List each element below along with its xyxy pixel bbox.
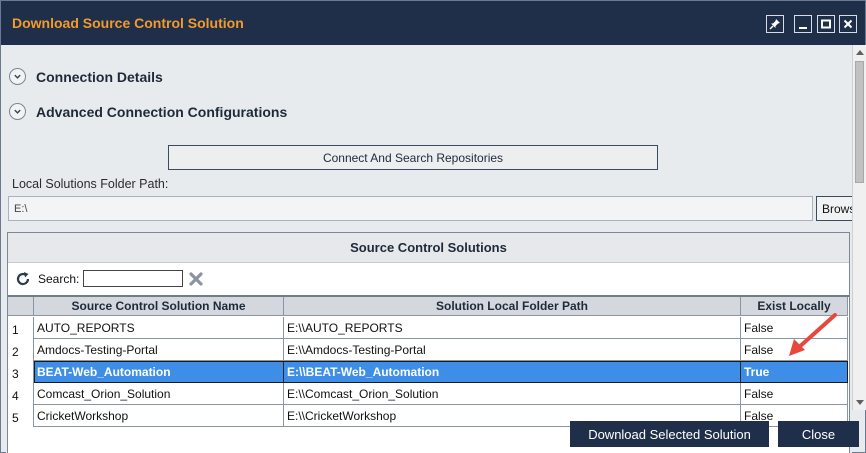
dialog-window: Download Source Control Solution Connect… xyxy=(0,0,866,453)
column-header-name[interactable]: Source Control Solution Name xyxy=(34,297,284,316)
table-row[interactable]: 2 Amdocs-Testing-Portal E:\\Amdocs-Testi… xyxy=(8,339,849,361)
refresh-icon[interactable] xyxy=(15,271,31,287)
local-path-input[interactable]: E:\ xyxy=(8,196,813,221)
search-bar: Search: xyxy=(8,264,849,294)
connect-search-button[interactable]: Connect And Search Repositories xyxy=(168,145,658,170)
row-number: 5 xyxy=(8,405,34,427)
solutions-panel-title: Source Control Solutions xyxy=(8,233,849,263)
solution-name-cell[interactable]: CricketWorkshop xyxy=(34,405,284,427)
maximize-button[interactable] xyxy=(817,15,835,33)
dialog-scrollbar[interactable] xyxy=(852,45,866,410)
close-dialog-button[interactable]: Close xyxy=(778,421,859,447)
row-number: 2 xyxy=(8,339,34,361)
exists-locally-cell[interactable]: False xyxy=(741,317,848,339)
pin-icon xyxy=(769,19,780,30)
exists-locally-cell[interactable]: False xyxy=(741,383,848,405)
close-icon xyxy=(843,19,853,29)
row-header-corner xyxy=(8,297,34,316)
title-bar[interactable]: Download Source Control Solution xyxy=(1,1,865,45)
exists-locally-cell[interactable]: True xyxy=(741,361,848,383)
solution-path-cell[interactable]: E:\\Comcast_Orion_Solution xyxy=(284,383,741,405)
advanced-config-section[interactable]: Advanced Connection Configurations xyxy=(9,103,287,120)
chevron-down-icon[interactable] xyxy=(9,68,26,85)
scroll-up-icon[interactable] xyxy=(856,50,864,55)
pin-button[interactable] xyxy=(766,15,784,33)
table-row[interactable]: 4 Comcast_Orion_Solution E:\\Comcast_Ori… xyxy=(8,383,849,405)
dialog-content: Connection Details Advanced Connection C… xyxy=(6,45,856,453)
solution-name-cell[interactable]: AUTO_REPORTS xyxy=(34,317,284,339)
column-header-path[interactable]: Solution Local Folder Path xyxy=(284,297,741,316)
advanced-config-label: Advanced Connection Configurations xyxy=(36,103,288,120)
download-selected-button[interactable]: Download Selected Solution xyxy=(570,421,769,447)
local-path-label: Local Solutions Folder Path: xyxy=(12,177,169,191)
row-number: 4 xyxy=(8,383,34,405)
table-row[interactable]: 1 AUTO_REPORTS E:\\AUTO_REPORTS False xyxy=(8,317,849,339)
row-number: 3 xyxy=(8,361,34,383)
solution-name-cell[interactable]: Comcast_Orion_Solution xyxy=(34,383,284,405)
table-row-selected[interactable]: 3 BEAT-Web_Automation E:\\BEAT-Web_Autom… xyxy=(8,361,849,383)
solution-name-cell[interactable]: BEAT-Web_Automation xyxy=(34,361,284,383)
connection-details-section[interactable]: Connection Details xyxy=(9,68,163,85)
solutions-panel: Source Control Solutions Search: Source … xyxy=(7,232,850,453)
minimize-button[interactable] xyxy=(794,15,812,33)
column-header-exists[interactable]: Exist Locally xyxy=(741,297,848,316)
window-title: Download Source Control Solution xyxy=(12,15,244,31)
scroll-down-icon[interactable] xyxy=(856,400,864,405)
solution-path-cell[interactable]: E:\\BEAT-Web_Automation xyxy=(284,361,741,383)
row-number: 1 xyxy=(8,317,34,339)
solution-path-cell[interactable]: E:\\AUTO_REPORTS xyxy=(284,317,741,339)
minimize-icon xyxy=(799,27,807,29)
solution-path-cell[interactable]: E:\\Amdocs-Testing-Portal xyxy=(284,339,741,361)
exists-locally-cell[interactable]: False xyxy=(741,339,848,361)
solution-name-cell[interactable]: Amdocs-Testing-Portal xyxy=(34,339,284,361)
clear-search-icon[interactable] xyxy=(188,271,204,287)
search-input[interactable] xyxy=(83,270,183,287)
scrollbar-thumb[interactable] xyxy=(855,61,864,183)
maximize-icon xyxy=(821,19,831,29)
search-label: Search: xyxy=(38,272,80,286)
browse-button[interactable]: Browse xyxy=(816,196,856,221)
close-button[interactable] xyxy=(839,15,857,33)
connection-details-label: Connection Details xyxy=(36,68,163,85)
chevron-down-icon[interactable] xyxy=(9,103,26,120)
